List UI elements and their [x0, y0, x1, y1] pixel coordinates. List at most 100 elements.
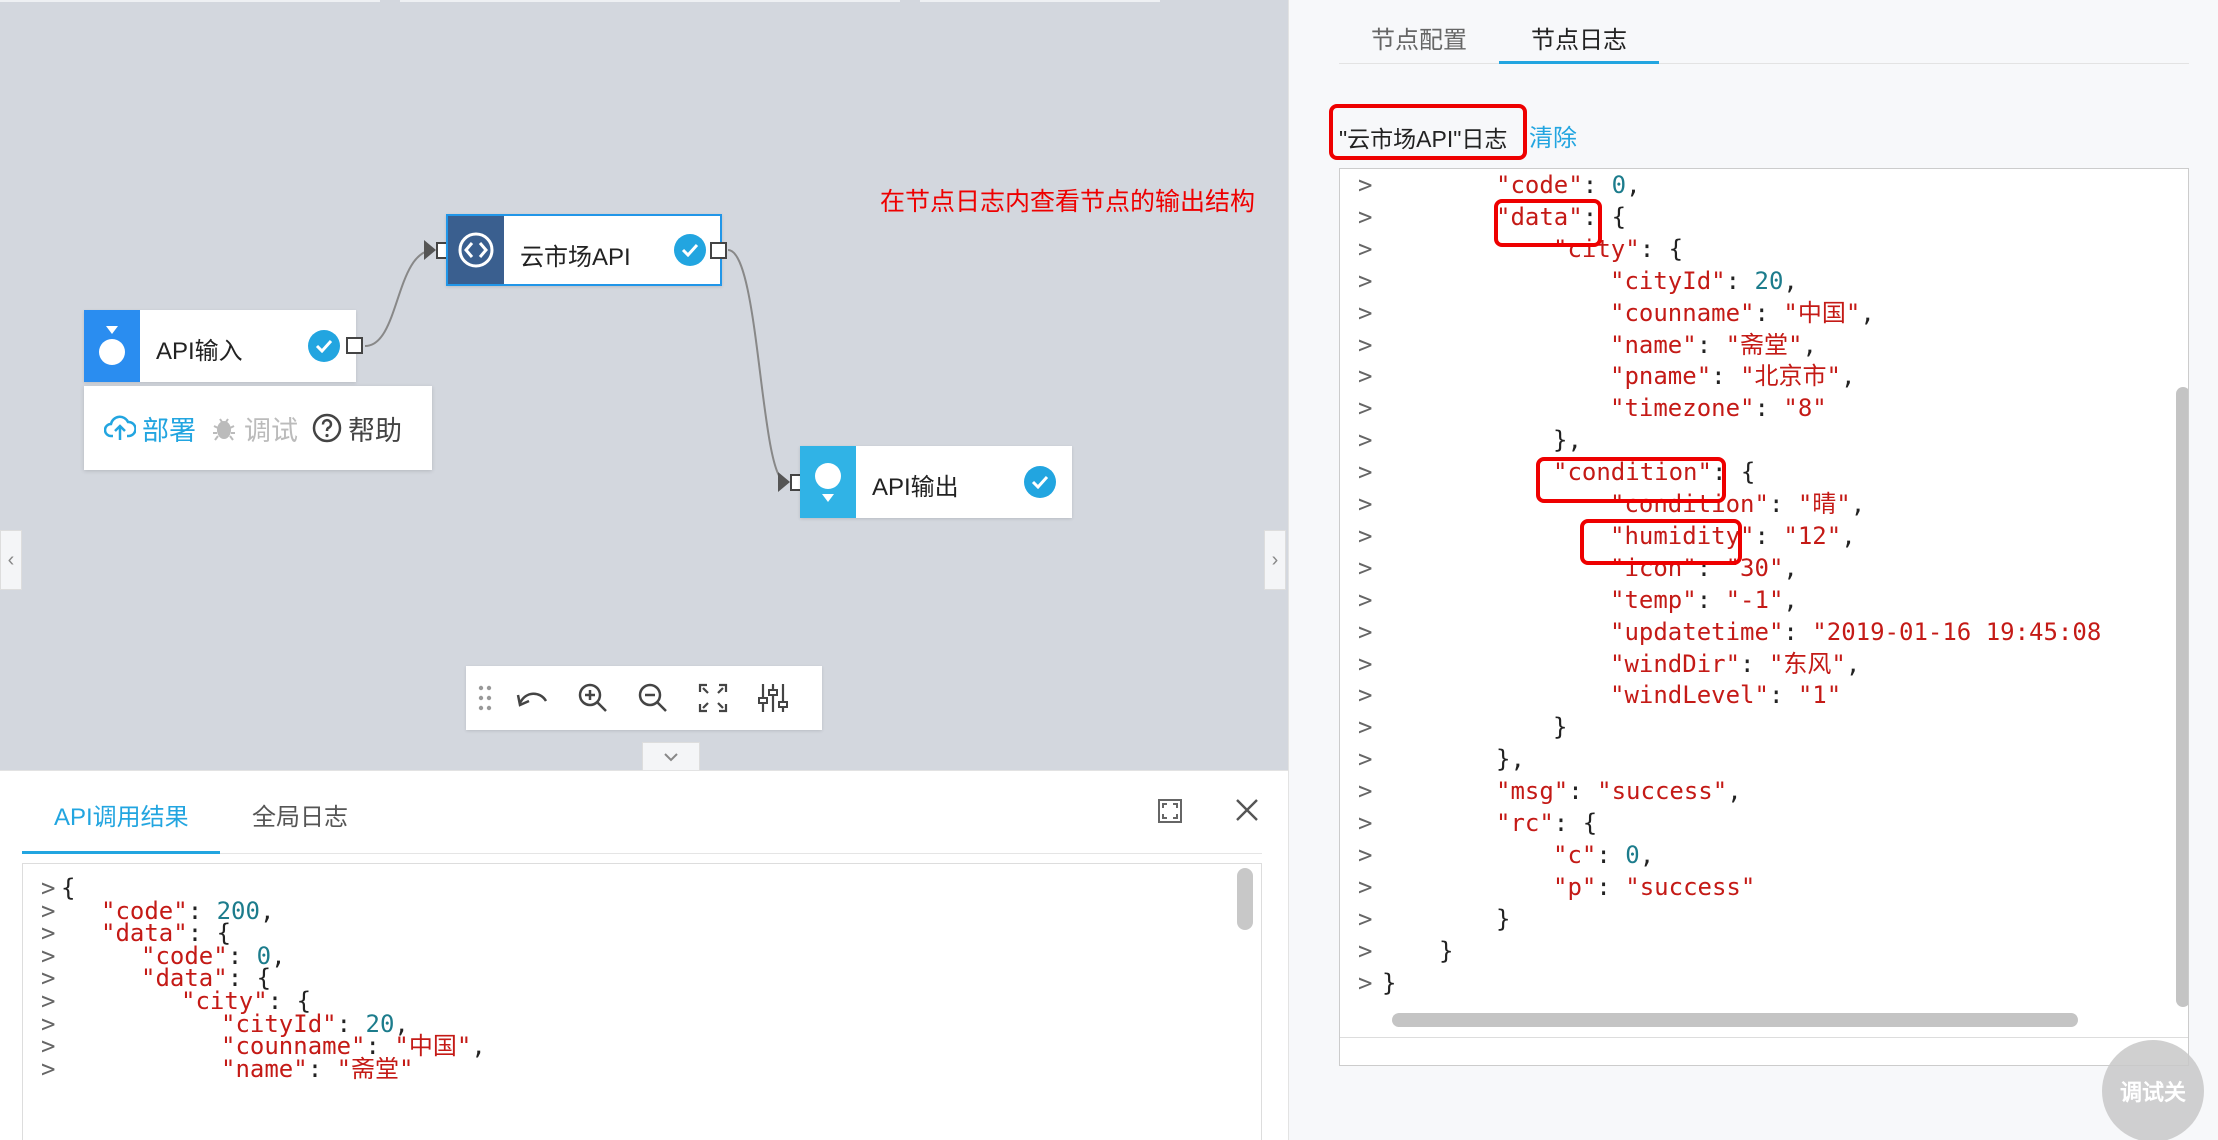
highlight-box — [1536, 457, 1726, 503]
chevron-left-icon: ‹ — [7, 548, 15, 571]
debug-button[interactable]: 调试 — [210, 409, 298, 448]
tab-api-result[interactable]: API调用结果 — [54, 797, 189, 832]
close-button[interactable] — [1232, 795, 1262, 825]
check-icon — [1024, 466, 1056, 498]
code-text: } — [1382, 968, 1397, 997]
vertical-scrollbar[interactable] — [1237, 868, 1253, 930]
line-prompt: > — [1358, 904, 1373, 933]
line-prompt: > — [1358, 202, 1373, 231]
code-line: > "cityId": 20, — [1340, 265, 2188, 297]
line-prompt: > — [1358, 298, 1373, 327]
tab-global-log[interactable]: 全局日志 — [252, 797, 348, 832]
code-line: > "rc": { — [1340, 807, 2188, 839]
check-icon — [674, 234, 706, 266]
node-log-json-viewer[interactable]: > "code": 0, > "data": {> "city": {> "cityId"… — [1339, 168, 2189, 1066]
highlight-box — [1494, 199, 1602, 247]
code-text: "temp": "-1", — [1610, 585, 1798, 614]
line-prompt: > — [1358, 330, 1373, 359]
code-text: "rc": { — [1496, 809, 1598, 837]
maximize-button[interactable] — [1156, 797, 1184, 825]
undo-icon[interactable] — [512, 677, 554, 719]
code-line: > "p": "success" — [1340, 871, 2188, 903]
close-icon — [1236, 799, 1258, 821]
output-port[interactable] — [346, 337, 363, 354]
horizontal-scrollbar[interactable] — [1392, 1013, 2078, 1027]
code-line: > "temp": "-1", — [1340, 584, 2188, 616]
code-line: >}, — [1340, 424, 2188, 456]
zoom-out-icon[interactable] — [632, 677, 674, 719]
deploy-button[interactable]: 部署 — [104, 409, 196, 448]
line-prompt: > — [1358, 968, 1373, 997]
line-prompt: > — [1358, 426, 1373, 455]
line-prompt: > — [1358, 745, 1373, 774]
node-api-output[interactable]: API输出 — [800, 446, 1072, 518]
code-line: > "icon": "30", — [1340, 552, 2188, 584]
code-text: "msg": "success", — [1496, 777, 1742, 806]
highlight-box — [1580, 519, 1742, 565]
fit-screen-icon[interactable] — [692, 677, 734, 719]
clear-log-link[interactable]: 清除 — [1529, 118, 1577, 153]
line-prompt: > — [41, 1054, 56, 1083]
debug-label: 调试 — [244, 415, 298, 446]
vertical-scrollbar[interactable] — [2176, 387, 2188, 1007]
node-detail-panel: 节点配置 节点日志 "云市场API"日志 清除 > "code": 0, > "dat… — [1288, 0, 2218, 1140]
code-line: > "msg": "success", — [1340, 775, 2188, 807]
line-prompt: > — [1358, 490, 1373, 518]
code-line: > "city": { — [1340, 233, 2188, 265]
zoom-in-icon[interactable] — [572, 677, 614, 719]
active-tab-indicator — [1499, 61, 1659, 64]
node-api-input[interactable]: API输入 — [84, 310, 356, 382]
check-icon — [308, 330, 340, 362]
input-arrow-icon — [424, 240, 436, 260]
code-text: }, — [1496, 745, 1525, 774]
tab-node-config[interactable]: 节点配置 — [1371, 20, 1467, 55]
line-prompt: > — [1358, 521, 1373, 550]
left-panel-toggle[interactable]: ‹ — [0, 530, 22, 590]
node-cloud-market-api[interactable]: 云市场API — [446, 214, 722, 286]
drag-handle-icon[interactable] — [476, 677, 494, 719]
settings-sliders-icon[interactable] — [752, 677, 794, 719]
code-line: > "c": 0, — [1340, 839, 2188, 871]
flow-canvas[interactable]: API输入 云市场API API输出 部署 调试 帮助 ‹ › — [0, 0, 1288, 770]
code-text: "updatetime": "2019-01-16 19:45:08 — [1610, 617, 2102, 646]
code-text: "windLevel": "1" — [1610, 681, 1842, 710]
bug-icon — [213, 418, 235, 441]
code-line: >} — [1340, 903, 2188, 935]
code-text: "name": "斋堂", — [1610, 330, 1817, 359]
help-button[interactable]: 帮助 — [312, 409, 402, 448]
code-text: } — [1496, 904, 1511, 933]
code-text: "timezone": "8" — [1610, 394, 1827, 423]
chevron-right-icon: › — [1271, 548, 1279, 571]
tab-node-log[interactable]: 节点日志 — [1531, 20, 1627, 55]
node-label: API输入 — [156, 338, 243, 365]
code-text: "name": "斋堂" — [221, 1054, 414, 1083]
debug-toggle-button[interactable]: 调试关 — [2102, 1040, 2204, 1140]
line-prompt: > — [1358, 553, 1373, 582]
line-prompt: > — [1358, 872, 1373, 901]
line-prompt: > — [1358, 681, 1373, 710]
connector-lines — [364, 249, 787, 483]
collapse-toolbar-toggle[interactable] — [642, 742, 700, 770]
maximize-icon — [1158, 799, 1182, 823]
code-line: > "pname": "北京市", — [1340, 360, 2188, 392]
result-panel: API调用结果 全局日志 >{> "code": 200, > "data": {> "… — [0, 770, 1288, 1140]
api-code-icon — [448, 216, 504, 284]
line-prompt: > — [1358, 234, 1373, 263]
api-result-json-viewer[interactable]: >{> "code": 200, > "data": {> "code": 0, > "da… — [22, 863, 1262, 1140]
input-node-icon — [84, 310, 140, 382]
code-text: }, — [1553, 426, 1582, 455]
line-prompt: > — [1358, 585, 1373, 614]
code-line: > "windLevel": "1" — [1340, 679, 2188, 711]
code-text: "pname": "北京市", — [1610, 362, 1856, 391]
right-panel-toggle[interactable]: › — [1264, 530, 1286, 590]
code-line: > "condition": "晴", — [1340, 488, 2188, 520]
annotation-text: 在节点日志内查看节点的输出结构 — [880, 188, 1256, 216]
line-prompt: > — [1358, 649, 1373, 678]
node-label: 云市场API — [520, 244, 631, 271]
active-tab-indicator — [22, 851, 220, 854]
output-port[interactable] — [710, 242, 727, 259]
viewer-footer-divider — [1340, 1037, 2188, 1038]
canvas-toolbar — [466, 666, 822, 730]
code-text: "c": 0, — [1553, 840, 1655, 869]
code-line: > "data": { — [1340, 201, 2188, 233]
